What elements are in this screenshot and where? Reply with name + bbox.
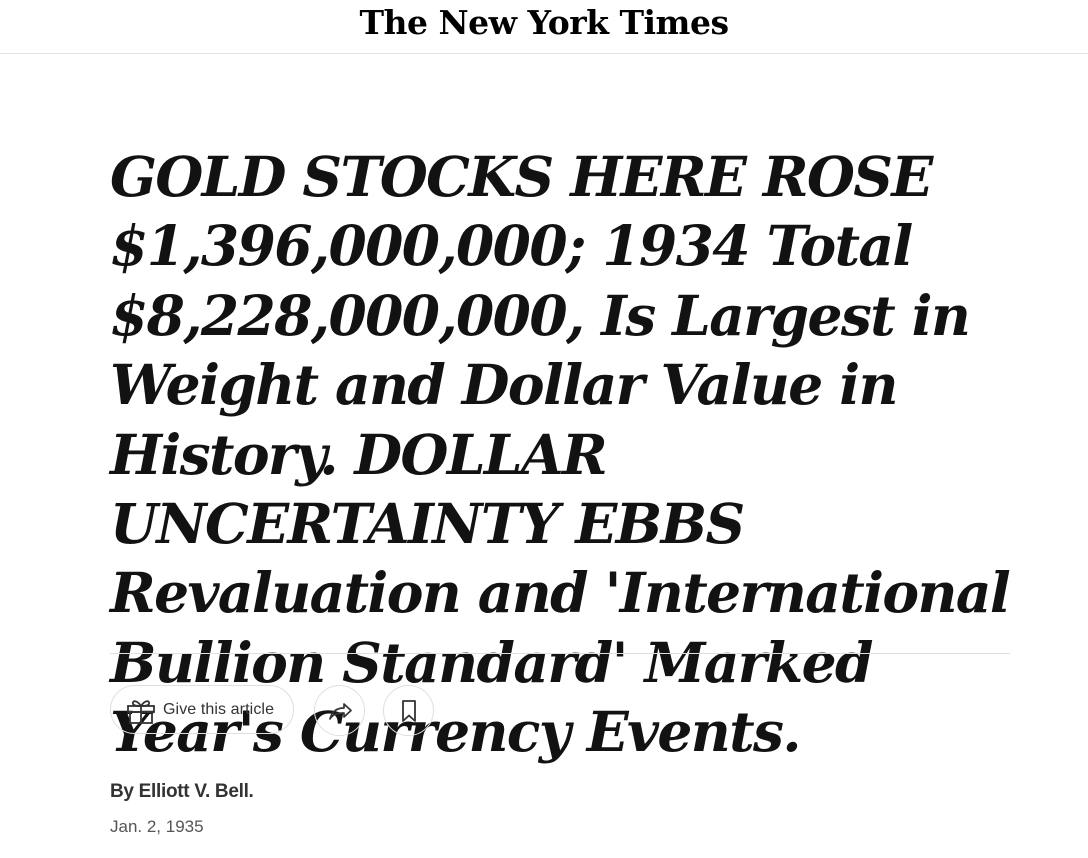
bookmark-icon: [402, 700, 416, 722]
publish-date: Jan. 2, 1935: [110, 817, 204, 836]
gift-icon: [127, 700, 155, 724]
headline-divider: [110, 653, 1010, 654]
byline: By Elliott V. Bell.: [110, 781, 254, 802]
share-button[interactable]: [314, 685, 365, 736]
masthead: The New York Times: [0, 0, 1088, 54]
share-arrow-icon: [329, 703, 352, 720]
article-headline: GOLD STOCKS HERE ROSE $1,396,000,000; 19…: [110, 144, 1011, 765]
save-button[interactable]: [383, 685, 434, 736]
give-article-label: Give this article: [163, 701, 275, 718]
give-article-button[interactable]: Give this article: [110, 685, 294, 734]
nyt-logo[interactable]: The New York Times: [0, 2, 1088, 44]
